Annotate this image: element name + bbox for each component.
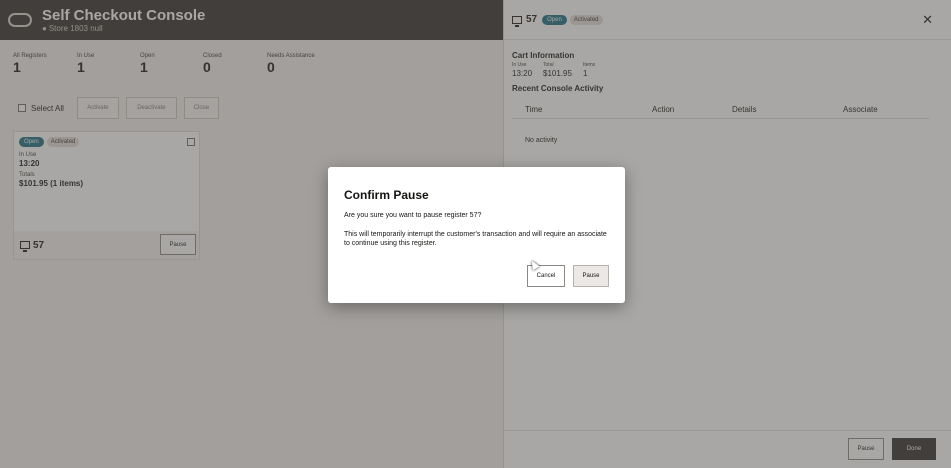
dialog-question: Are you sure you want to pause register … [344, 212, 482, 219]
confirm-pause-button[interactable]: Pause [573, 265, 609, 287]
confirm-pause-dialog: Confirm Pause Are you sure you want to p… [328, 167, 625, 303]
dialog-message: This will temporarily interrupt the cust… [344, 231, 607, 247]
dialog-title: Confirm Pause [344, 188, 429, 202]
